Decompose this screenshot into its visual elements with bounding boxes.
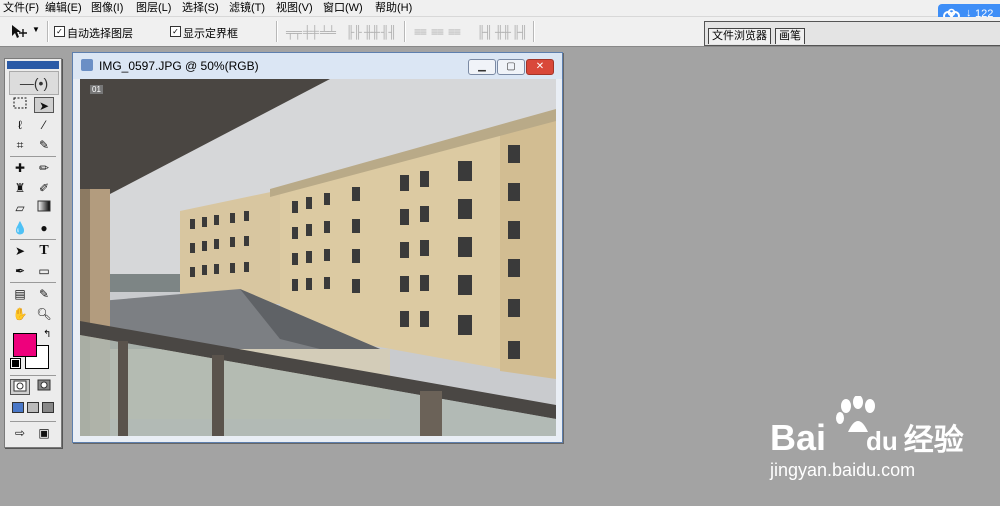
type-tool-icon[interactable]: T bbox=[34, 243, 54, 259]
align-top-icon[interactable]: ╤╤ bbox=[286, 26, 302, 38]
align-hcenter-icon[interactable]: ╫╫ bbox=[364, 26, 380, 38]
quickmask-mode-icon[interactable] bbox=[34, 379, 54, 395]
eraser-tool-icon[interactable]: ▱ bbox=[10, 200, 30, 216]
hand-tool-icon[interactable]: ✋ bbox=[10, 306, 30, 322]
toolbox-divider bbox=[10, 282, 56, 283]
show-bounds-label: 显示定界框 bbox=[183, 28, 238, 40]
menu-filter[interactable]: 滤镜(T) bbox=[229, 1, 265, 15]
distribute-hcenter-icon[interactable]: ╫╫ bbox=[495, 26, 511, 38]
gradient-tool-icon[interactable] bbox=[34, 200, 54, 216]
menu-file[interactable]: 文件(F) bbox=[3, 1, 39, 15]
align-bottom-icon[interactable]: ╧╧ bbox=[320, 26, 336, 38]
show-bounds-checkbox[interactable]: ✓ bbox=[170, 26, 181, 37]
toolbox-divider bbox=[10, 421, 56, 422]
distribute-bottom-icon[interactable]: ≡≡ bbox=[448, 26, 464, 38]
palette-well: 文件浏览器 画笔 bbox=[704, 21, 1000, 46]
menu-select[interactable]: 选择(S) bbox=[182, 1, 219, 15]
watermark-brand-mid: du bbox=[866, 426, 898, 456]
layer-badge: 01 bbox=[90, 85, 103, 94]
menu-bar: 文件(F) 编辑(E) 图像(I) 图层(L) 选择(S) 滤镜(T) 视图(V… bbox=[0, 0, 1000, 17]
watermark-url: jingyan.baidu.com bbox=[770, 460, 916, 480]
move-tool-icon[interactable]: ➤ bbox=[34, 97, 54, 113]
clone-stamp-icon[interactable]: ♜ bbox=[10, 180, 30, 196]
minimize-button[interactable]: ▁ bbox=[468, 59, 496, 75]
distribute-vcenter-icon[interactable]: ≡≡ bbox=[431, 26, 447, 38]
document-window: IMG_0597.JPG @ 50%(RGB) ▁ ▢ ✕ 01 bbox=[72, 52, 563, 443]
divider bbox=[276, 21, 278, 42]
zoom-tool-icon[interactable]: 🔍︎ bbox=[34, 306, 54, 322]
close-button[interactable]: ✕ bbox=[526, 59, 554, 75]
menu-help[interactable]: 帮助(H) bbox=[375, 1, 412, 15]
divider bbox=[47, 21, 49, 42]
jump-to-imageready-icon[interactable]: ⇨ bbox=[10, 425, 30, 441]
magic-wand-icon[interactable]: ⁄ bbox=[34, 117, 54, 133]
swap-colors-icon[interactable]: ↰ bbox=[43, 329, 51, 340]
history-brush-icon[interactable]: ✐ bbox=[34, 180, 54, 196]
menu-window[interactable]: 窗口(W) bbox=[323, 1, 363, 15]
tab-brushes[interactable]: 画笔 bbox=[775, 28, 805, 44]
menu-layer[interactable]: 图层(L) bbox=[136, 1, 171, 15]
toolbox-title-bar[interactable] bbox=[7, 61, 59, 69]
photo-building-balcony bbox=[80, 79, 556, 436]
move-tool-icon bbox=[12, 25, 27, 38]
healing-brush-icon[interactable]: ✚ bbox=[10, 160, 30, 176]
align-vcenter-icon[interactable]: ╪╪ bbox=[303, 26, 319, 38]
divider bbox=[533, 21, 535, 42]
toolbox-divider bbox=[10, 375, 56, 376]
watermark-brand-suffix: 经验 bbox=[903, 424, 964, 457]
slice-tool-icon[interactable]: ✎ bbox=[34, 137, 54, 153]
path-select-icon[interactable]: ➤ bbox=[10, 243, 30, 259]
image-canvas[interactable]: 01 bbox=[80, 79, 556, 436]
shape-tool-icon[interactable]: ▭ bbox=[34, 263, 54, 279]
standard-mode-icon[interactable] bbox=[10, 379, 30, 395]
menu-view[interactable]: 视图(V) bbox=[276, 1, 313, 15]
crop-tool-icon[interactable]: ⌗ bbox=[10, 137, 30, 153]
notes-tool-icon[interactable]: ▤ bbox=[10, 286, 30, 302]
move-tool-preset[interactable]: ▼ bbox=[10, 23, 42, 41]
menu-image[interactable]: 图像(I) bbox=[91, 1, 123, 15]
marquee-tool-icon[interactable] bbox=[10, 97, 30, 113]
document-title-bar[interactable]: IMG_0597.JPG @ 50%(RGB) ▁ ▢ ✕ bbox=[73, 53, 562, 79]
divider bbox=[404, 21, 406, 42]
pen-tool-icon[interactable]: ✒ bbox=[10, 263, 30, 279]
dodge-tool-icon[interactable]: ● bbox=[34, 220, 54, 236]
lasso-tool-icon[interactable]: ℓ bbox=[10, 117, 30, 133]
maximize-button[interactable]: ▢ bbox=[497, 59, 525, 75]
distribute-top-icon[interactable]: ≡≡ bbox=[414, 26, 430, 38]
eyedropper-icon[interactable]: ✎ bbox=[34, 286, 54, 302]
document-title: IMG_0597.JPG @ 50%(RGB) bbox=[99, 59, 259, 73]
menu-edit[interactable]: 编辑(E) bbox=[45, 1, 82, 15]
chevron-down-icon: ▼ bbox=[32, 25, 40, 34]
auto-select-label: 自动选择图层 bbox=[67, 28, 133, 40]
distribute-left-icon[interactable]: ╟╢ bbox=[477, 26, 493, 38]
screen-mode-icons[interactable] bbox=[8, 401, 58, 417]
watermark-brand-prefix: Bai bbox=[770, 417, 827, 458]
imageready-icon[interactable]: ▣ bbox=[34, 425, 54, 441]
baidu-jingyan-watermark: Bai du 经验 jingyan.baidu.com bbox=[770, 392, 964, 486]
align-right-icon[interactable]: ╢╢ bbox=[381, 26, 397, 38]
brush-tool-icon[interactable]: ✏ bbox=[34, 160, 54, 176]
auto-select-checkbox[interactable]: ✓ bbox=[54, 26, 65, 37]
toolbox-divider bbox=[10, 239, 56, 240]
align-left-icon[interactable]: ╟╟ bbox=[346, 26, 362, 38]
tab-file-browser[interactable]: 文件浏览器 bbox=[708, 28, 771, 44]
toolbox: —(•) ➤ ℓ ⁄ ⌗ ✎ ✚ ✏ ♜ ✐ ▱ 💧 ● ➤ T ✒ ▭ ▤ ✎… bbox=[4, 58, 62, 448]
foreground-color-swatch[interactable] bbox=[13, 333, 37, 357]
feather-logo-icon[interactable]: —(•) bbox=[9, 71, 59, 95]
default-colors-icon[interactable] bbox=[10, 358, 21, 369]
document-icon bbox=[81, 59, 93, 71]
blur-tool-icon[interactable]: 💧 bbox=[10, 220, 30, 236]
distribute-right-icon[interactable]: ╟╢ bbox=[512, 26, 528, 38]
toolbox-divider bbox=[10, 156, 56, 157]
